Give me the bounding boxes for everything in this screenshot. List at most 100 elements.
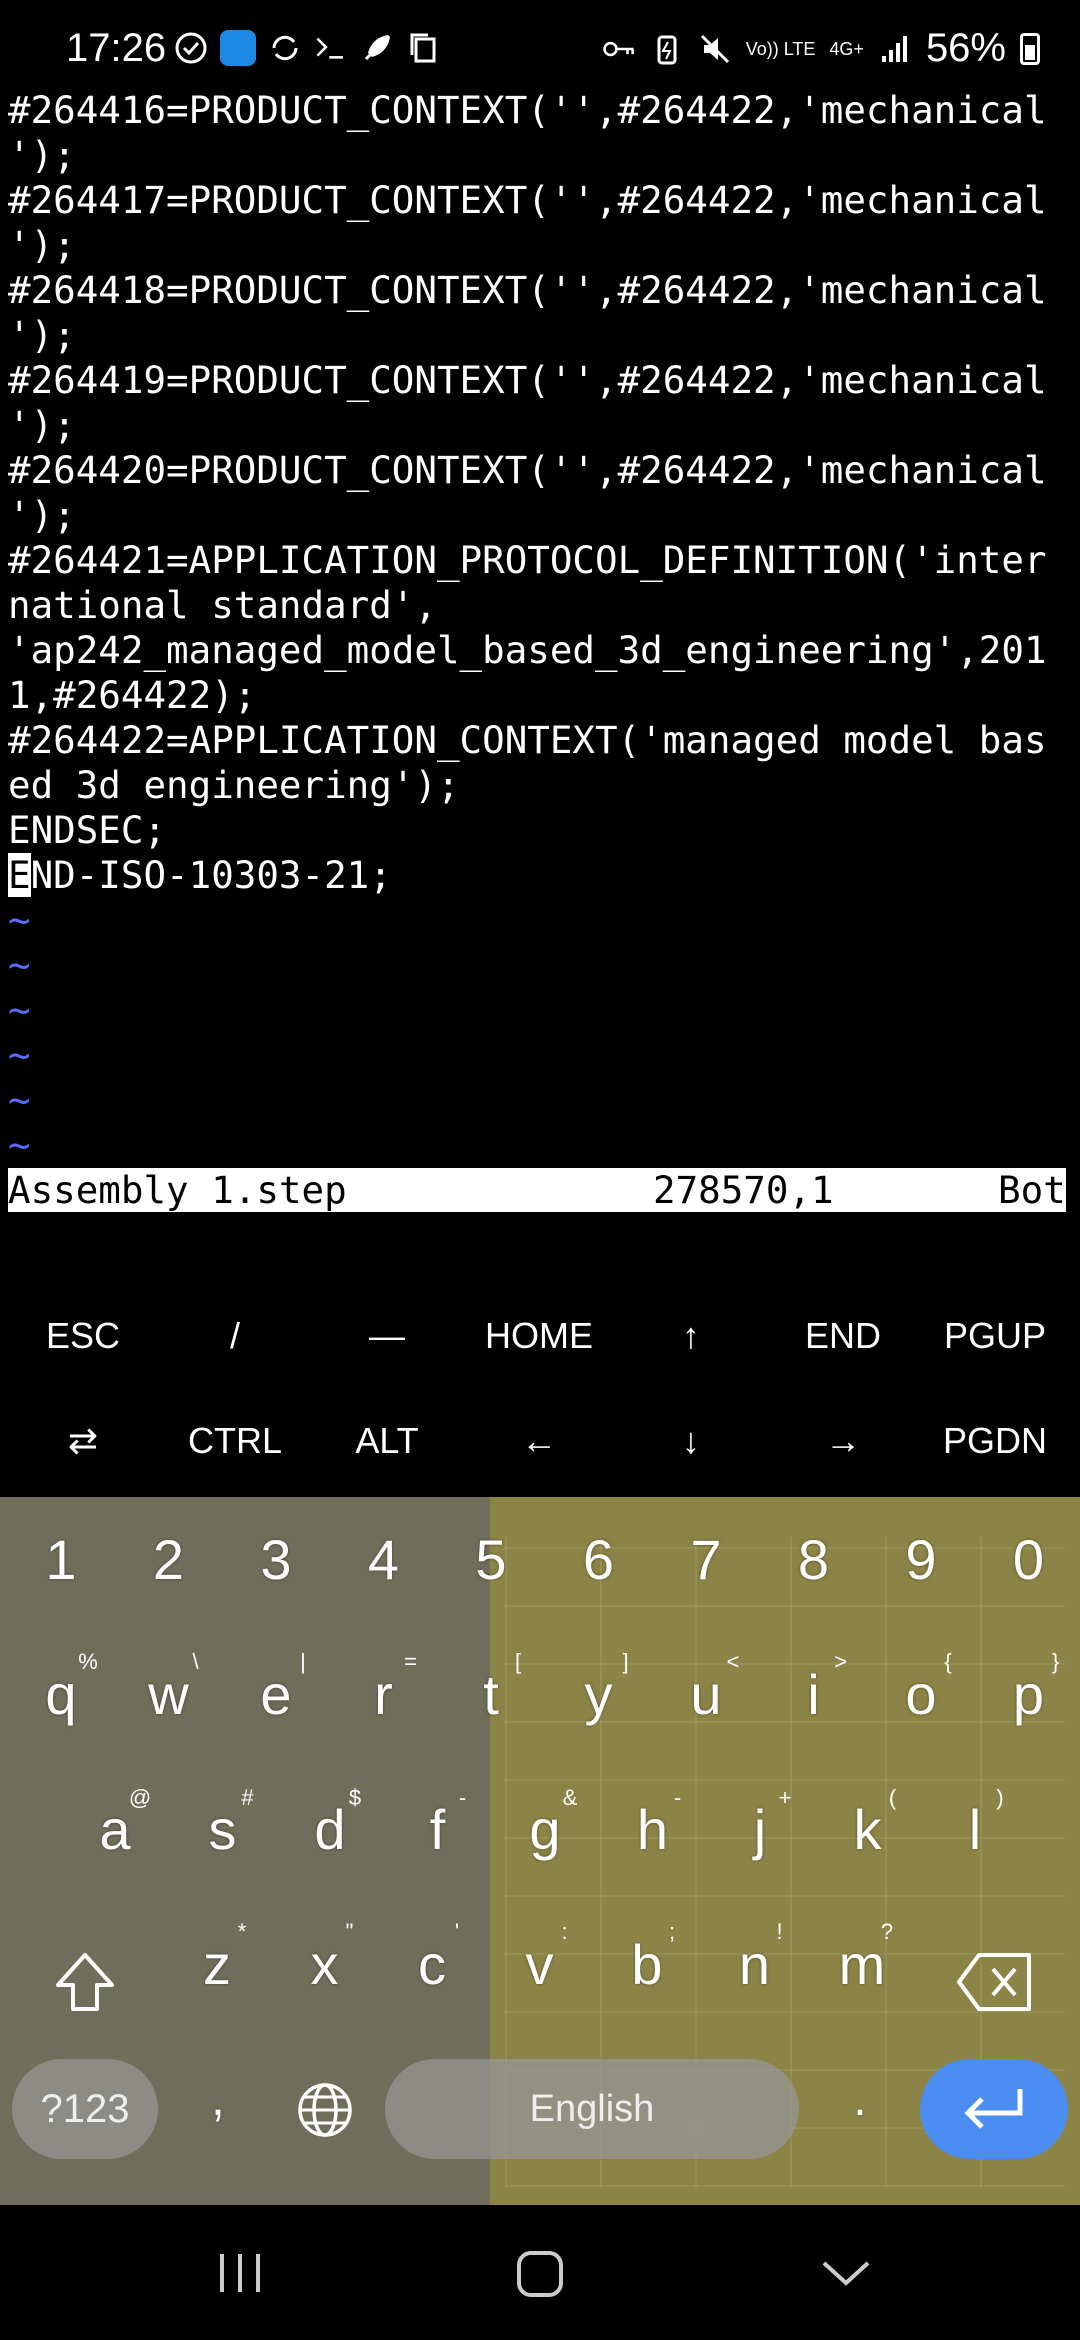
- key-7[interactable]: 7: [661, 1527, 751, 1592]
- terminal-line: ');: [8, 313, 76, 357]
- key-0[interactable]: 0: [984, 1527, 1074, 1592]
- key-hint: $: [348, 1785, 362, 1810]
- down-arrow-key[interactable]: ↓: [616, 1420, 766, 1462]
- extra-keys-bar: ESC / — HOME ↑ END PGUP ⇄ CTRL ALT ← ↓ →…: [0, 1285, 1080, 1495]
- cursor-line-text: ND-ISO-10303-21;: [30, 853, 392, 897]
- clock: 17:26: [66, 26, 167, 70]
- sync-icon: [272, 35, 298, 61]
- vim-status-line: Assembly 1.step 278570,1 Bot: [8, 1168, 1066, 1212]
- esc-key[interactable]: ESC: [8, 1315, 158, 1357]
- shift-icon[interactable]: [50, 1947, 120, 2017]
- terminal-line: #264419=PRODUCT_CONTEXT('',#264422,'mech…: [8, 358, 1047, 402]
- terminal-line: #264422=APPLICATION_CONTEXT('managed mod…: [8, 718, 1047, 762]
- terminal-icon: [316, 37, 343, 59]
- key-hint: &: [562, 1785, 578, 1810]
- left-arrow-key[interactable]: ←: [464, 1420, 614, 1462]
- key-hint: ?: [880, 1919, 894, 1944]
- key-hint: ): [996, 1785, 1004, 1810]
- up-arrow-key[interactable]: ↑: [616, 1315, 766, 1357]
- home-icon[interactable]: [515, 2249, 565, 2299]
- empty-line-tilde: ~: [8, 1033, 31, 1077]
- key-hint: [: [514, 1649, 522, 1674]
- key-hint: +: [778, 1785, 792, 1810]
- battery-saver-icon: [657, 35, 677, 64]
- key-hint: ": [345, 1919, 354, 1944]
- terminal-line: #264418=PRODUCT_CONTEXT('',#264422,'mech…: [8, 268, 1047, 312]
- notification-icons: [174, 30, 440, 66]
- right-arrow-key[interactable]: →: [768, 1420, 918, 1462]
- app-icon: [220, 30, 256, 66]
- terminal-line: ');: [8, 493, 76, 537]
- dash-key[interactable]: —: [312, 1315, 462, 1357]
- comma-key[interactable]: ,: [173, 2069, 263, 2127]
- key-hint: }: [1051, 1649, 1060, 1674]
- key-hint: *: [237, 1919, 247, 1944]
- recent-apps-icon[interactable]: [212, 2250, 268, 2296]
- volte-label: Vo)) LTE: [745, 38, 816, 59]
- key-8[interactable]: 8: [769, 1527, 859, 1592]
- alt-key[interactable]: ALT: [312, 1420, 462, 1462]
- terminal-line: 1,#264422);: [8, 673, 257, 717]
- key-hint: -: [458, 1785, 467, 1810]
- key-hint: %: [78, 1649, 98, 1674]
- empty-line-tilde: ~: [8, 1123, 31, 1167]
- scroll-position: Bot: [998, 1168, 1066, 1212]
- period-key[interactable]: .: [815, 2069, 905, 2127]
- key-hint: \: [192, 1649, 199, 1674]
- status-bar: 17:26 Vo)) LTE 4G+ 56%: [0, 0, 1080, 100]
- empty-line-tilde: ~: [8, 988, 31, 1032]
- hide-keyboard-icon[interactable]: [818, 2255, 874, 2291]
- terminal-line-cursor: END-ISO-10303-21;: [8, 853, 1074, 898]
- home-key[interactable]: HOME: [464, 1315, 614, 1357]
- key-hint: {: [944, 1649, 952, 1674]
- key-hint: @: [128, 1785, 152, 1810]
- network-type-label: 4G+: [829, 38, 864, 59]
- system-status-icons: Vo)) LTE 4G+ 56%: [602, 26, 1040, 71]
- key-hint: ;: [668, 1919, 676, 1944]
- space-bar[interactable]: English: [385, 2059, 799, 2159]
- terminal-line: ');: [8, 133, 76, 177]
- battery-percent: 56%: [925, 26, 1006, 70]
- end-key[interactable]: END: [768, 1315, 918, 1357]
- key-hint: :: [561, 1919, 568, 1944]
- terminal-output[interactable]: #264416=PRODUCT_CONTEXT('',#264422,'mech…: [8, 88, 1074, 1168]
- soft-keyboard: ?123 , English . 1 2 3 4 5 6 7 8 9 0 q% w \ e | r = t[y] u…: [0, 1497, 1080, 2205]
- ctrl-key[interactable]: CTRL: [160, 1420, 310, 1462]
- tab-key[interactable]: ⇄: [8, 1420, 158, 1462]
- terminal-line: 'ap242_managed_model_based_3d_engineerin…: [8, 628, 1047, 672]
- terminal-line: ');: [8, 223, 76, 267]
- key-4[interactable]: 4: [339, 1527, 429, 1592]
- key-1[interactable]: 1: [16, 1527, 106, 1592]
- key-5[interactable]: 5: [446, 1527, 536, 1592]
- terminal-line: ');: [8, 403, 76, 447]
- key-9[interactable]: 9: [876, 1527, 966, 1592]
- backspace-icon[interactable]: [955, 1949, 1035, 2015]
- terminal-line: #264421=APPLICATION_PROTOCOL_DEFINITION(…: [8, 538, 1047, 582]
- key-hint: =: [404, 1649, 417, 1674]
- terminal-line: national standard',: [8, 583, 437, 627]
- key-hint: !: [776, 1919, 783, 1944]
- key-2[interactable]: 2: [124, 1527, 214, 1592]
- globe-icon[interactable]: [296, 2081, 354, 2139]
- terminal-line: #264420=PRODUCT_CONTEXT('',#264422,'mech…: [8, 448, 1047, 492]
- key-icon: [602, 41, 634, 56]
- text-cursor: E: [8, 853, 31, 897]
- terminal-line: ENDSEC;: [8, 808, 167, 852]
- pgup-key[interactable]: PGUP: [920, 1315, 1070, 1357]
- key-hint: |: [300, 1649, 306, 1674]
- key-hint: ]: [622, 1649, 629, 1674]
- enter-key[interactable]: [920, 2059, 1068, 2159]
- slash-key[interactable]: /: [160, 1315, 310, 1357]
- enter-icon: [964, 2089, 1023, 2129]
- key-hint: -: [673, 1785, 682, 1810]
- symbols-key[interactable]: ?123: [12, 2059, 158, 2159]
- key-3[interactable]: 3: [231, 1527, 321, 1592]
- key-hint: ': [454, 1919, 460, 1944]
- key-6[interactable]: 6: [554, 1527, 644, 1592]
- key-hint: <: [726, 1649, 740, 1674]
- file-name: Assembly 1.step: [8, 1168, 347, 1212]
- terminal-line: ed 3d engineering');: [8, 763, 460, 807]
- empty-line-tilde: ~: [8, 943, 31, 987]
- pgdn-key[interactable]: PGDN: [920, 1420, 1070, 1462]
- key-hint: (: [888, 1785, 897, 1810]
